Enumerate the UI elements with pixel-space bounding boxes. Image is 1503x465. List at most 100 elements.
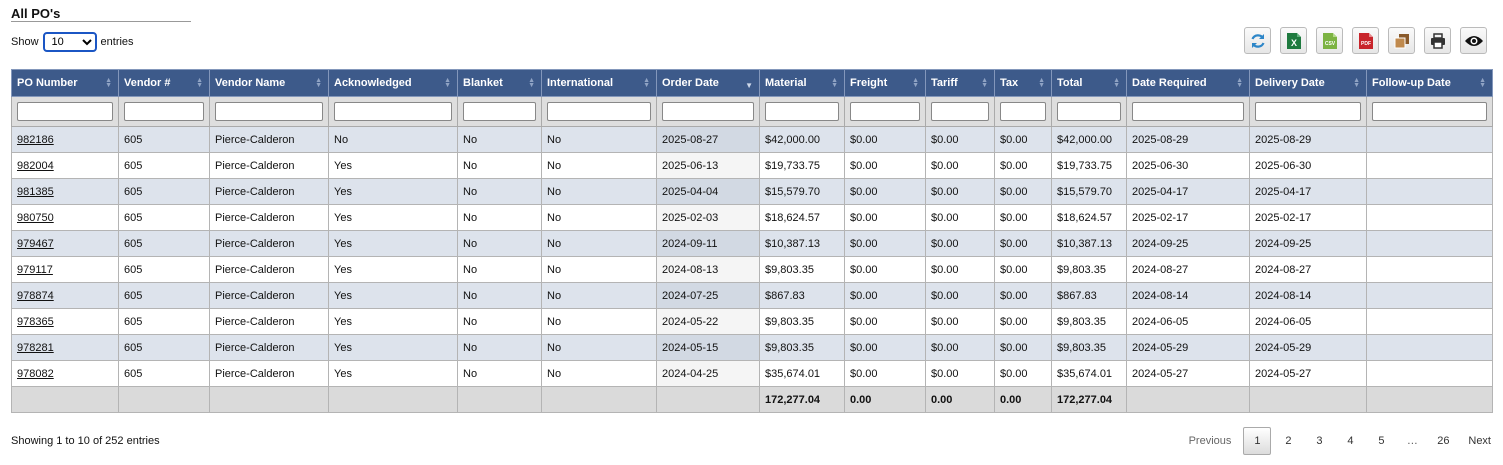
filter-cell (994, 96, 1052, 127)
column-header-tax[interactable]: Tax ▲ ▼ (994, 69, 1052, 97)
table-row[interactable]: 978281 605 Pierce-Calderon Yes No No 2024-05-1… (11, 334, 1493, 361)
table-row[interactable]: 982186 605 Pierce-Calderon No No No 2025-08-27… (11, 126, 1493, 153)
filter-input-international[interactable] (547, 102, 651, 121)
cell-follow-up-date (1366, 230, 1493, 257)
cell-blanket: No (457, 360, 542, 387)
po-number-link[interactable]: 980750 (17, 212, 54, 224)
cell-order-date: 2024-08-13 (656, 256, 760, 283)
column-visibility-button[interactable] (1460, 27, 1487, 54)
cell-follow-up-date (1366, 152, 1493, 179)
filter-input-follow-up-date[interactable] (1372, 102, 1487, 121)
cell-tax: $0.00 (994, 152, 1052, 179)
column-header-order-date[interactable]: Order Date ▼ (656, 69, 760, 97)
table-row[interactable]: 979467 605 Pierce-Calderon Yes No No 2024-09-1… (11, 230, 1493, 257)
print-button[interactable] (1424, 27, 1451, 54)
filter-input-tax[interactable] (1000, 102, 1046, 121)
filter-input-freight[interactable] (850, 102, 920, 121)
cell-total: $867.83 (1051, 282, 1127, 309)
title-divider (11, 21, 191, 22)
page-button-1[interactable]: 1 (1243, 427, 1272, 455)
table-row[interactable]: 978365 605 Pierce-Calderon Yes No No 2024-05-2… (11, 308, 1493, 335)
cell-delivery-date: 2024-06-05 (1249, 308, 1367, 335)
cell-blanket: No (457, 282, 542, 309)
column-header-date-required[interactable]: Date Required ▲ ▼ (1126, 69, 1250, 97)
column-header-blanket[interactable]: Blanket ▲ ▼ (457, 69, 542, 97)
cell-po-number: 982004 (11, 152, 119, 179)
column-header-follow-up-date[interactable]: Follow-up Date ▲ ▼ (1366, 69, 1493, 97)
page-button-5[interactable]: 5 (1367, 427, 1395, 455)
page-button-4[interactable]: 4 (1336, 427, 1364, 455)
cell-vendor: 605 (118, 256, 210, 283)
column-header-acknowledged[interactable]: Acknowledged ▲ ▼ (328, 69, 458, 97)
column-header-material[interactable]: Material ▲ ▼ (759, 69, 845, 97)
total-date-required (1126, 386, 1250, 413)
filter-input-acknowledged[interactable] (334, 102, 452, 121)
table-row[interactable]: 979117 605 Pierce-Calderon Yes No No 2024-08-1… (11, 256, 1493, 283)
page-button-2[interactable]: 2 (1274, 427, 1302, 455)
cell-material: $867.83 (759, 282, 845, 309)
cell-vendor: 605 (118, 308, 210, 335)
page-button-3[interactable]: 3 (1305, 427, 1333, 455)
table-row[interactable]: 978874 605 Pierce-Calderon Yes No No 2024-07-2… (11, 282, 1493, 309)
svg-text:PDF: PDF (1361, 41, 1371, 47)
po-number-link[interactable]: 982004 (17, 160, 54, 172)
next-page-button[interactable]: Next (1460, 427, 1491, 455)
column-header-po-number[interactable]: PO Number ▲ ▼ (11, 69, 119, 97)
sort-icon: ▲ ▼ (981, 77, 988, 89)
cell-tariff: $0.00 (925, 282, 995, 309)
pdf-export-button[interactable]: PDF (1352, 27, 1379, 54)
cell-acknowledged: Yes (328, 204, 458, 231)
cell-delivery-date: 2024-05-29 (1249, 334, 1367, 361)
filter-input-material[interactable] (765, 102, 839, 121)
cell-vendor: 605 (118, 334, 210, 361)
filter-input-vendor-name[interactable] (215, 102, 323, 121)
refresh-icon (1250, 33, 1265, 48)
column-header-tariff[interactable]: Tariff ▲ ▼ (925, 69, 995, 97)
column-header-delivery-date[interactable]: Delivery Date ▲ ▼ (1249, 69, 1367, 97)
refresh-button[interactable] (1244, 27, 1271, 54)
table-row[interactable]: 982004 605 Pierce-Calderon Yes No No 2025-06-1… (11, 152, 1493, 179)
po-number-link[interactable]: 981385 (17, 186, 54, 198)
column-header-freight[interactable]: Freight ▲ ▼ (844, 69, 926, 97)
csv-export-button[interactable]: CSV (1316, 27, 1343, 54)
filter-input-po-number[interactable] (17, 102, 113, 121)
filter-input-delivery-date[interactable] (1255, 102, 1361, 121)
filter-input-vendor[interactable] (124, 102, 204, 121)
cell-international: No (541, 230, 657, 257)
column-header-total[interactable]: Total ▲ ▼ (1051, 69, 1127, 97)
cell-total: $35,674.01 (1051, 360, 1127, 387)
cell-follow-up-date (1366, 256, 1493, 283)
filter-input-date-required[interactable] (1132, 102, 1244, 121)
po-number-link[interactable]: 978365 (17, 316, 54, 328)
filter-input-total[interactable] (1057, 102, 1121, 121)
filter-input-blanket[interactable] (463, 102, 536, 121)
column-header-vendor[interactable]: Vendor # ▲ ▼ (118, 69, 210, 97)
po-number-link[interactable]: 978874 (17, 290, 54, 302)
column-header-label: Vendor Name (215, 77, 286, 89)
cell-blanket: No (457, 334, 542, 361)
column-header-international[interactable]: International ▲ ▼ (541, 69, 657, 97)
filter-cell (925, 96, 995, 127)
cell-tax: $0.00 (994, 230, 1052, 257)
page-button-26[interactable]: 26 (1429, 427, 1457, 455)
table-row[interactable]: 978082 605 Pierce-Calderon Yes No No 2024-04-2… (11, 360, 1493, 387)
copy-button[interactable] (1388, 27, 1415, 54)
po-number-link[interactable]: 979467 (17, 238, 54, 250)
po-number-link[interactable]: 978281 (17, 342, 54, 354)
cell-date-required: 2024-06-05 (1126, 308, 1250, 335)
cell-vendor: 605 (118, 126, 210, 153)
filter-input-order-date[interactable] (662, 102, 754, 121)
table-row[interactable]: 980750 605 Pierce-Calderon Yes No No 2025-02-0… (11, 204, 1493, 231)
po-number-link[interactable]: 978082 (17, 368, 54, 380)
table-row[interactable]: 981385 605 Pierce-Calderon Yes No No 2025-04-0… (11, 178, 1493, 205)
previous-page-button[interactable]: Previous (1183, 427, 1238, 455)
cell-vendor-name: Pierce-Calderon (209, 178, 329, 205)
column-header-vendor-name[interactable]: Vendor Name ▲ ▼ (209, 69, 329, 97)
excel-export-button[interactable]: X (1280, 27, 1307, 54)
cell-total: $42,000.00 (1051, 126, 1127, 153)
po-number-link[interactable]: 979117 (17, 264, 53, 276)
po-number-link[interactable]: 982186 (17, 134, 54, 146)
sort-icon: ▲ ▼ (912, 77, 919, 89)
entries-select[interactable]: 10 (42, 32, 97, 52)
filter-input-tariff[interactable] (931, 102, 989, 121)
